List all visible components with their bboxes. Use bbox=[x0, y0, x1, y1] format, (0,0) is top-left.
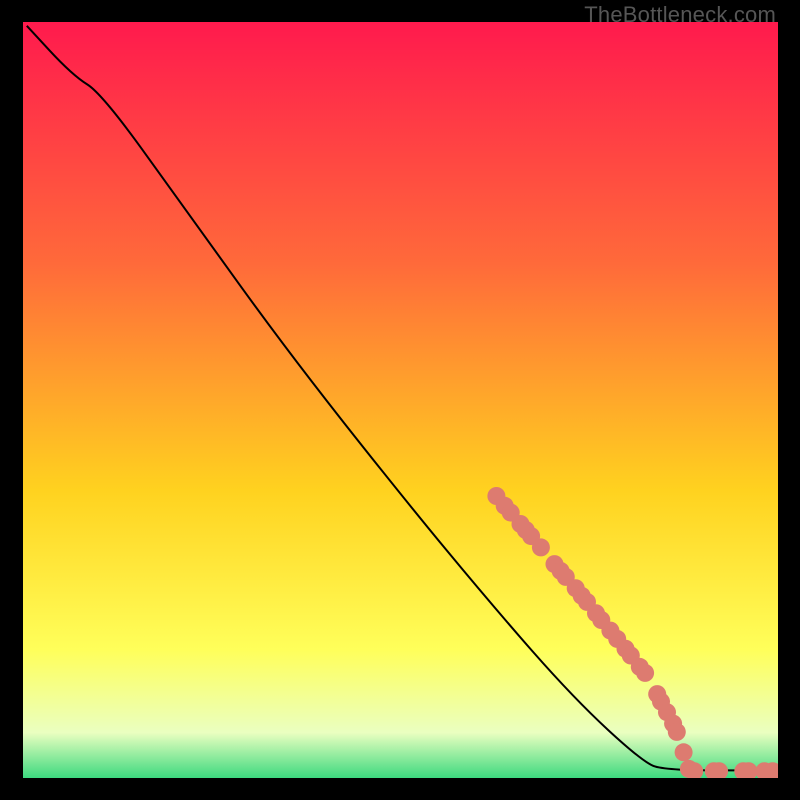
bottleneck-chart bbox=[23, 22, 778, 778]
data-point bbox=[532, 538, 550, 556]
data-point bbox=[675, 743, 693, 761]
chart-frame: TheBottleneck.com bbox=[0, 0, 800, 800]
data-point bbox=[668, 723, 686, 741]
data-point bbox=[636, 664, 654, 682]
plot-background bbox=[23, 22, 778, 778]
